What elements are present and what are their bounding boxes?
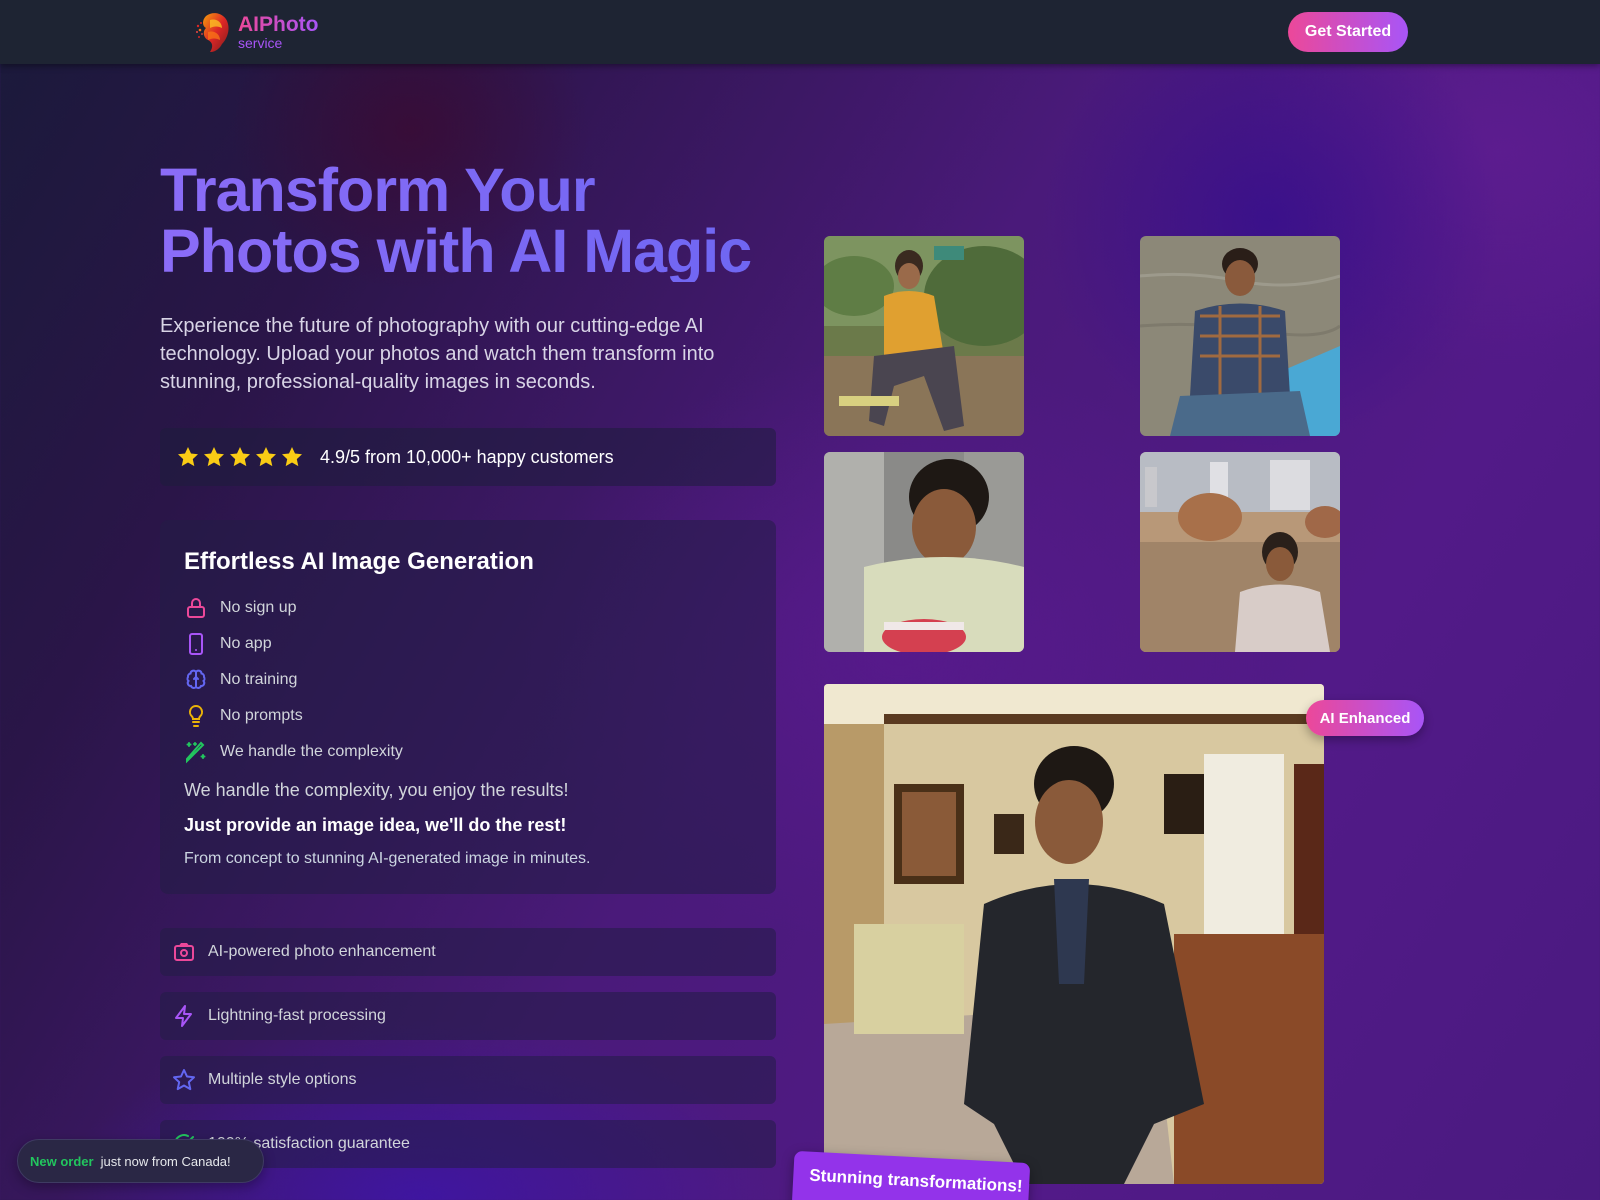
brain-icon — [186, 669, 206, 689]
new-order-toast[interactable]: New order just now from Canada! — [17, 1139, 264, 1183]
effortless-line-1: We handle the complexity, you enjoy the … — [184, 780, 569, 800]
feature-item: Lightning-fast processing — [160, 992, 776, 1040]
logo-subtitle: service — [238, 35, 283, 51]
list-item: No app — [184, 626, 752, 662]
feature-label: AI-powered photo enhancement — [208, 943, 436, 960]
list-item-label: No app — [220, 635, 272, 652]
rating-stars — [176, 445, 304, 469]
get-started-button[interactable]: Get Started — [1288, 12, 1408, 52]
rating-box: 4.9/5 from 10,000+ happy customers — [160, 428, 776, 486]
list-item-label: We handle the complexity — [220, 743, 403, 760]
star-icon — [230, 447, 250, 467]
list-item-label: No sign up — [220, 599, 297, 616]
camera-icon — [174, 943, 194, 961]
list-item: No sign up — [184, 590, 752, 626]
magic-wand-icon — [186, 741, 206, 764]
lightbulb-icon — [188, 704, 204, 727]
feature-label: Multiple style options — [208, 1071, 357, 1088]
feature-item: AI-powered photo enhancement — [160, 928, 776, 976]
photo-image — [824, 452, 1024, 652]
star-icon — [204, 447, 224, 467]
star-icon — [256, 447, 276, 467]
photo-image — [1140, 452, 1340, 652]
top-nav: AIPhoto service Get Started — [0, 0, 1600, 64]
list-item: No training — [184, 662, 752, 698]
gallery-thumb[interactable] — [824, 236, 1024, 436]
list-item: No prompts — [184, 698, 752, 734]
logo[interactable]: AIPhoto service — [192, 10, 318, 54]
toast-text: just now from Canada! — [100, 1153, 231, 1169]
effortless-title: Effortless AI Image Generation — [184, 548, 534, 575]
logo-name: AIPhoto — [238, 13, 319, 36]
photo-image — [824, 684, 1324, 1184]
feature-item: Multiple style options — [160, 1056, 776, 1104]
effortless-line-2: Just provide an image idea, we'll do the… — [184, 815, 567, 835]
effortless-line-3: From concept to stunning AI-generated im… — [184, 850, 591, 867]
list-item: We handle the complexity — [184, 734, 752, 770]
logo-lion-icon — [196, 13, 229, 52]
hero-title-line-1: Transform Your — [160, 156, 595, 224]
photo-image — [1140, 236, 1340, 436]
gallery-thumb[interactable] — [824, 452, 1024, 652]
ai-enhanced-badge: AI Enhanced — [1306, 700, 1424, 736]
lock-icon — [187, 598, 205, 618]
list-item-label: No prompts — [220, 707, 303, 724]
photo-image — [824, 236, 1024, 436]
effortless-list: No sign up No app No training No prompts… — [184, 590, 752, 770]
hero-subtitle: Experience the future of photography wit… — [160, 315, 715, 393]
star-icon — [173, 1069, 195, 1091]
hero-title-line-2: Photos with AI Magic — [160, 217, 752, 285]
list-item-label: No training — [220, 671, 298, 688]
main-enhanced-photo[interactable] — [824, 684, 1324, 1184]
effortless-card: Effortless AI Image Generation No sign u… — [160, 520, 776, 894]
gallery-thumb[interactable] — [1140, 236, 1340, 436]
gallery-thumb[interactable] — [1140, 452, 1340, 652]
smartphone-icon — [189, 633, 203, 655]
hero-title: Transform Your Photos with AI Magic — [160, 160, 800, 282]
toast-highlight: New order — [30, 1153, 94, 1169]
lightning-icon — [175, 1005, 192, 1027]
star-icon — [178, 447, 198, 467]
star-icon — [282, 447, 302, 467]
feature-label: Lightning-fast processing — [208, 1007, 386, 1024]
rating-text: 4.9/5 from 10,000+ happy customers — [320, 446, 614, 467]
